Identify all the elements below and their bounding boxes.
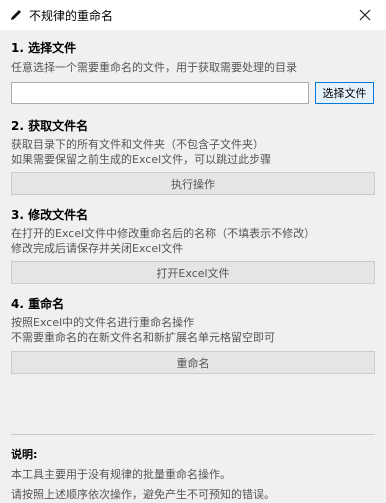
step2-desc-line1: 获取目录下的所有文件和文件夹（不包含子文件夹） [11, 138, 264, 151]
choose-file-button[interactable]: 选择文件 [315, 82, 374, 104]
note-line1: 本工具主要用于没有规律的批量重命名操作。 [11, 468, 231, 481]
close-icon[interactable] [344, 0, 386, 30]
note-title: 说明: [11, 448, 38, 461]
step4-desc-line1: 按照Excel中的文件名进行重命名操作 [11, 316, 195, 329]
step4-title: 4. 重命名 [11, 297, 65, 311]
step3-desc-line2: 修改完成后请保存并关闭Excel文件 [11, 242, 184, 255]
step3-title: 3. 修改文件名 [11, 208, 89, 222]
rename-button[interactable]: 重命名 [11, 351, 375, 374]
file-path-input[interactable] [11, 82, 309, 104]
step4-desc-line2: 不需要重命名的在新文件名和新扩展名单元格留空即可 [11, 331, 275, 344]
pencil-icon [8, 7, 24, 23]
step4-section: 4. 重命名 按照Excel中的文件名进行重命名操作 不需要重命名的在新文件名和… [11, 296, 375, 345]
window-title: 不规律的重命名 [29, 8, 114, 23]
step1-desc: 任意选择一个需要重命名的文件，用于获取需要处理的目录 [11, 61, 297, 74]
step3-section: 3. 修改文件名 在打开的Excel文件中修改重命名后的名称（不填表示不修改） … [11, 207, 375, 256]
step2-section: 2. 获取文件名 获取目录下的所有文件和文件夹（不包含子文件夹） 如果需要保留之… [11, 118, 375, 167]
title-bar: 不规律的重命名 [0, 0, 386, 30]
step2-title: 2. 获取文件名 [11, 119, 89, 133]
step1-section: 1. 选择文件 任意选择一个需要重命名的文件，用于获取需要处理的目录 [11, 40, 375, 75]
note-line2: 请按照上述顺序依次操作，避免产生不可预知的错误。 [11, 488, 275, 501]
open-excel-button[interactable]: 打开Excel文件 [11, 261, 375, 284]
execute-button[interactable]: 执行操作 [11, 172, 375, 195]
step1-title: 1. 选择文件 [11, 41, 77, 55]
divider [11, 434, 375, 435]
step3-desc-line1: 在打开的Excel文件中修改重命名后的名称（不填表示不修改） [11, 227, 316, 240]
step2-desc-line2: 如果需要保留之前生成的Excel文件，可以跳过此步骤 [11, 153, 272, 166]
